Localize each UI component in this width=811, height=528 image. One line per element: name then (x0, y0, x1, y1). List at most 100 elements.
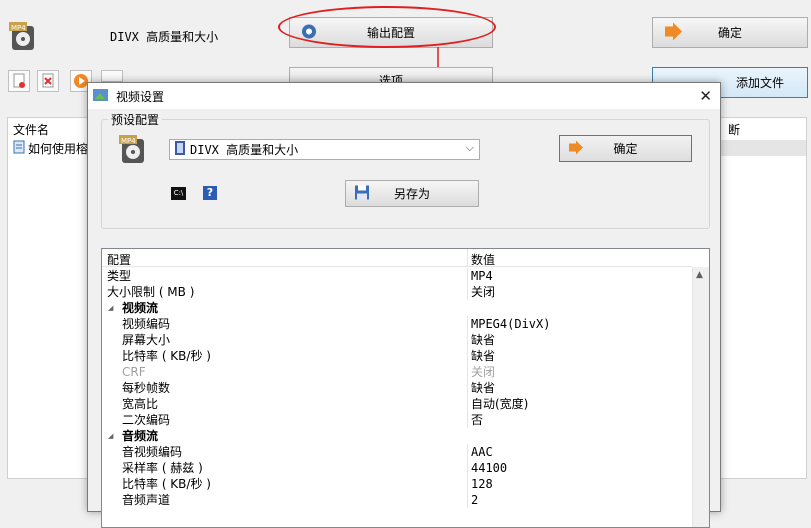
mp4-preset-icon: MP4 (119, 135, 147, 165)
property-value: 缺省 (471, 381, 496, 395)
preset-select-value: DIVX 高质量和大小 (190, 143, 299, 157)
property-name: 音频流 (122, 429, 159, 443)
grid-header-sep (467, 249, 468, 267)
property-row[interactable]: CRF 关闭 (102, 364, 692, 380)
collapse-arrow-icon[interactable]: ◢ (108, 300, 113, 316)
column-separator (467, 476, 468, 492)
property-name: 视频流 (122, 301, 159, 315)
category-row[interactable]: ◢ 视频流 (102, 300, 692, 316)
help-icon[interactable]: ? (203, 186, 217, 200)
property-row[interactable]: 类型 MP4 (102, 268, 692, 284)
dialog-ok-button[interactable]: 确定 (559, 135, 692, 162)
column-separator (467, 380, 468, 396)
property-name: 音频声道 (122, 493, 171, 507)
property-name: 比特率 ( KB/秒 ) (122, 349, 211, 363)
media-info-icon[interactable] (101, 70, 123, 82)
list-item[interactable]: 如何使用榕 (13, 140, 88, 157)
column-separator (467, 268, 468, 284)
property-row[interactable]: 大小限制 ( MB ) 关闭 (102, 284, 692, 300)
property-value: MPEG4(DivX) (471, 317, 551, 331)
property-row[interactable]: 音频声道 2 (102, 492, 692, 508)
video-file-icon (13, 140, 25, 157)
column-separator (467, 492, 468, 508)
column-separator (467, 284, 468, 300)
column-separator (467, 460, 468, 476)
close-icon[interactable]: ✕ (699, 87, 712, 105)
dialog-title: 视频设置 (116, 89, 165, 104)
property-name: 音视频编码 (122, 445, 183, 459)
grid-header-value: 数值 (471, 253, 496, 267)
grid-header-config: 配置 (107, 253, 132, 267)
property-row[interactable]: 比特率 ( KB/秒 ) 缺省 (102, 348, 692, 364)
property-row[interactable]: 宽高比 自动(宽度) (102, 396, 692, 412)
property-name: 视频编码 (122, 317, 171, 331)
arrow-right-icon (568, 140, 584, 157)
preset-select[interactable]: DIVX 高质量和大小 ⌵ (169, 139, 480, 160)
property-name: CRF (122, 365, 146, 379)
property-name: 比特率 ( KB/秒 ) (122, 477, 211, 491)
property-name: 类型 (107, 269, 132, 283)
save-as-button[interactable]: 另存为 (345, 180, 479, 207)
property-grid: 配置 数值 类型 MP4 大小限制 ( MB ) 关闭 ◢ 视频流视频编码 MPEG4(Di… (101, 248, 710, 528)
property-value: 否 (471, 413, 484, 427)
chevron-down-icon: ⌵ (465, 141, 474, 154)
clear-list-icon[interactable] (37, 70, 59, 92)
property-name: 屏幕大小 (122, 333, 171, 347)
video-settings-icon (93, 88, 109, 105)
property-name: 大小限制 ( MB ) (107, 285, 195, 299)
property-row[interactable]: 比特率 ( KB/秒 ) 128 (102, 476, 692, 492)
property-name: 宽高比 (122, 397, 159, 411)
column-separator (467, 348, 468, 364)
column-partial[interactable]: 断 (728, 121, 740, 138)
svg-text:MP4: MP4 (121, 137, 136, 145)
collapse-arrow-icon[interactable]: ◢ (108, 428, 113, 444)
selected-row-highlight (708, 140, 806, 156)
main-ok-label: 确定 (717, 26, 742, 40)
property-row[interactable]: 音视频编码 AAC (102, 444, 692, 460)
column-separator (467, 444, 468, 460)
save-as-label: 另存为 (393, 187, 430, 201)
column-separator (467, 364, 468, 380)
grid-header: 配置 数值 (102, 249, 692, 267)
dialog-titlebar: 视频设置 ✕ (88, 83, 720, 109)
property-value: MP4 (471, 269, 493, 283)
remove-file-icon[interactable] (8, 70, 30, 92)
column-separator (467, 396, 468, 412)
property-row[interactable]: 屏幕大小 缺省 (102, 332, 692, 348)
property-value: 缺省 (471, 349, 496, 363)
add-file-label: 添加文件 (735, 76, 784, 90)
property-value: 关闭 (471, 365, 496, 379)
property-value: 关闭 (471, 285, 496, 299)
mp4-format-icon: MP4 (9, 22, 37, 52)
property-row[interactable]: 二次编码 否 (102, 412, 692, 428)
property-value: 44100 (471, 461, 508, 475)
preset-label: DIVX 高质量和大小 (110, 30, 219, 44)
property-value: AAC (471, 445, 493, 459)
arrow-right-icon (663, 22, 683, 43)
group-label: 预设配置 (108, 111, 163, 128)
property-name: 每秒帧数 (122, 381, 171, 395)
dialog-ok-label: 确定 (613, 142, 638, 156)
file-name: 如何使用榕 (28, 142, 89, 156)
column-separator (467, 332, 468, 348)
video-settings-dialog: 视频设置 ✕ 预设配置 MP4 DIVX 高质量和大小 ⌵ 确定 C:\ ? 另… (87, 82, 721, 528)
category-row[interactable]: ◢ 音频流 (102, 428, 692, 444)
property-row[interactable]: 视频编码 MPEG4(DivX) (102, 316, 692, 332)
property-row[interactable]: 每秒帧数 缺省 (102, 380, 692, 396)
property-value: 128 (471, 477, 493, 491)
main-ok-button[interactable]: 确定 (652, 17, 808, 48)
property-name: 二次编码 (122, 413, 171, 427)
property-value: 2 (471, 493, 479, 507)
column-separator (467, 412, 468, 428)
property-value: 缺省 (471, 333, 496, 347)
property-row[interactable]: 采样率 ( 赫兹 ) 44100 (102, 460, 692, 476)
column-filename[interactable]: 文件名 (13, 121, 49, 138)
svg-text:MP4: MP4 (11, 24, 26, 32)
scrollbar[interactable]: ▲ (692, 267, 709, 527)
annotation-ellipse (278, 6, 496, 48)
film-icon (174, 141, 186, 158)
column-separator (467, 316, 468, 332)
property-name: 采样率 ( 赫兹 ) (122, 461, 203, 475)
scroll-up-icon[interactable]: ▲ (696, 270, 703, 280)
command-line-icon[interactable]: C:\ (171, 187, 186, 200)
